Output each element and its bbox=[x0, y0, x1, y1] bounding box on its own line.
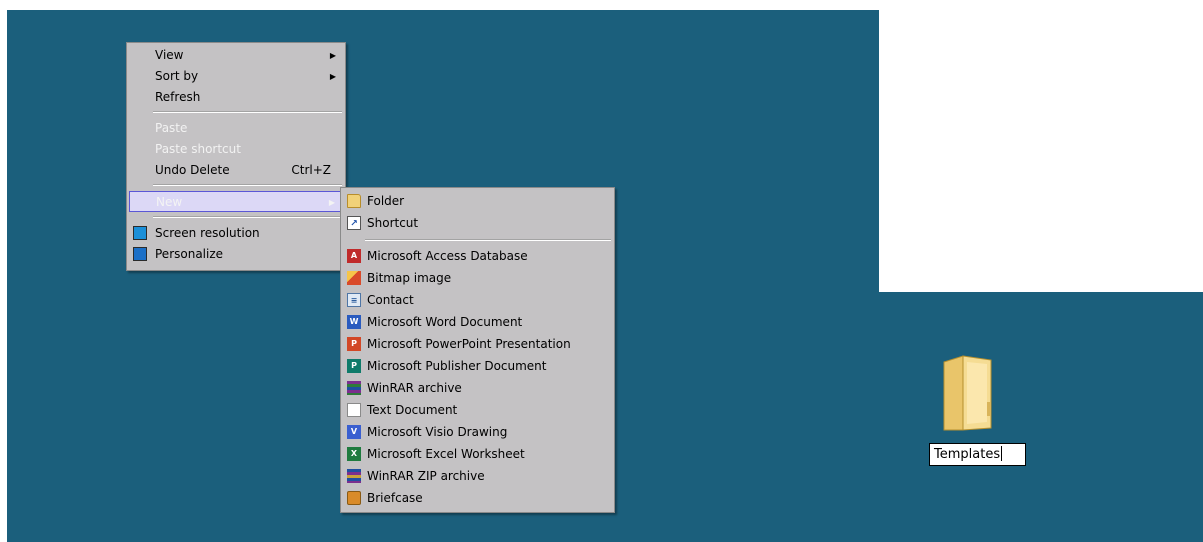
menu-item-paste-shortcut[interactable]: Paste shortcut bbox=[129, 139, 343, 160]
menu-item-label: Sort by bbox=[155, 69, 199, 83]
new-item-visio-drawing[interactable]: V Microsoft Visio Drawing bbox=[343, 422, 612, 443]
menu-item-label: Microsoft PowerPoint Presentation bbox=[367, 337, 571, 351]
text-document-icon bbox=[347, 403, 361, 417]
new-item-folder[interactable]: Folder bbox=[343, 191, 612, 212]
new-item-shortcut[interactable]: ↗ Shortcut bbox=[343, 213, 612, 234]
menu-item-label: Text Document bbox=[367, 403, 458, 417]
menu-item-label: WinRAR ZIP archive bbox=[367, 469, 485, 483]
menu-item-paste[interactable]: Paste bbox=[129, 118, 343, 139]
new-item-bitmap-image[interactable]: Bitmap image bbox=[343, 268, 612, 289]
submenu-arrow-icon: ▶ bbox=[328, 198, 335, 207]
menu-item-label: Bitmap image bbox=[367, 271, 452, 285]
powerpoint-icon: P bbox=[347, 337, 361, 351]
visio-icon: V bbox=[347, 425, 361, 439]
menu-item-label: Microsoft Excel Worksheet bbox=[367, 447, 525, 461]
menu-separator bbox=[153, 111, 342, 113]
new-item-publisher-document[interactable]: P Microsoft Publisher Document bbox=[343, 356, 612, 377]
menu-item-label: Microsoft Access Database bbox=[367, 249, 528, 263]
menu-item-label: WinRAR archive bbox=[367, 381, 462, 395]
personalize-icon bbox=[133, 247, 147, 261]
menu-item-undo-delete[interactable]: Undo Delete Ctrl+Z bbox=[129, 160, 343, 181]
menu-item-shortcut-key: Ctrl+Z bbox=[291, 163, 331, 177]
new-item-text-document[interactable]: Text Document bbox=[343, 400, 612, 421]
new-item-winrar-zip-archive[interactable]: WinRAR ZIP archive bbox=[343, 466, 612, 487]
new-item-word-document[interactable]: W Microsoft Word Document bbox=[343, 312, 612, 333]
new-item-briefcase[interactable]: Briefcase bbox=[343, 488, 612, 509]
submenu-arrow-icon: ▶ bbox=[329, 72, 336, 81]
bitmap-icon bbox=[347, 271, 361, 285]
folder-name-text: Templates bbox=[934, 447, 1001, 462]
folder-icon bbox=[943, 355, 992, 431]
desktop-context-menu: View ▶ Sort by ▶ Refresh Paste Paste sho… bbox=[126, 42, 346, 271]
menu-item-label: Shortcut bbox=[367, 216, 419, 230]
menu-item-refresh[interactable]: Refresh bbox=[129, 87, 343, 108]
access-icon: A bbox=[347, 249, 361, 263]
shortcut-icon: ↗ bbox=[347, 216, 361, 230]
menu-item-label: Personalize bbox=[155, 247, 224, 261]
new-submenu: Folder ↗ Shortcut A Microsoft Access Dat… bbox=[340, 187, 615, 513]
menu-item-label: Paste shortcut bbox=[155, 142, 241, 156]
menu-item-view[interactable]: View ▶ bbox=[129, 45, 343, 66]
menu-item-label: View bbox=[155, 48, 184, 62]
submenu-arrow-icon: ▶ bbox=[329, 51, 336, 60]
new-item-access-database[interactable]: A Microsoft Access Database bbox=[343, 246, 612, 267]
monitor-icon bbox=[133, 226, 147, 240]
new-item-winrar-archive[interactable]: WinRAR archive bbox=[343, 378, 612, 399]
word-icon: W bbox=[347, 315, 361, 329]
menu-separator bbox=[153, 184, 342, 186]
contact-icon: ≡ bbox=[347, 293, 361, 307]
publisher-icon: P bbox=[347, 359, 361, 373]
menu-item-label: Paste bbox=[155, 121, 188, 135]
briefcase-icon bbox=[347, 491, 361, 505]
desktop-folder-icon[interactable] bbox=[941, 352, 995, 432]
menu-separator bbox=[153, 216, 342, 218]
menu-item-screen-resolution[interactable]: Screen resolution bbox=[129, 223, 343, 244]
new-item-excel-worksheet[interactable]: X Microsoft Excel Worksheet bbox=[343, 444, 612, 465]
menu-item-personalize[interactable]: Personalize bbox=[129, 244, 343, 265]
menu-item-label: Refresh bbox=[155, 90, 201, 104]
folder-rename-field[interactable]: Templates bbox=[929, 443, 1026, 466]
menu-item-label: Microsoft Word Document bbox=[367, 315, 523, 329]
menu-item-sort-by[interactable]: Sort by ▶ bbox=[129, 66, 343, 87]
menu-separator bbox=[365, 239, 611, 241]
text-caret bbox=[1001, 446, 1003, 461]
excel-icon: X bbox=[347, 447, 361, 461]
menu-item-label: Folder bbox=[367, 194, 405, 208]
menu-item-label: Screen resolution bbox=[155, 226, 260, 240]
menu-item-label: Contact bbox=[367, 293, 414, 307]
winrar-icon bbox=[347, 381, 361, 395]
menu-item-label: Microsoft Visio Drawing bbox=[367, 425, 508, 439]
menu-item-new[interactable]: New ▶ bbox=[129, 191, 343, 212]
new-item-powerpoint-presentation[interactable]: P Microsoft PowerPoint Presentation bbox=[343, 334, 612, 355]
new-item-contact[interactable]: ≡ Contact bbox=[343, 290, 612, 311]
menu-item-label: New bbox=[156, 195, 183, 209]
winrar-zip-icon bbox=[347, 469, 361, 483]
menu-item-label: Briefcase bbox=[367, 491, 423, 505]
menu-item-label: Microsoft Publisher Document bbox=[367, 359, 547, 373]
menu-item-label: Undo Delete bbox=[155, 163, 230, 177]
folder-icon bbox=[347, 194, 361, 208]
